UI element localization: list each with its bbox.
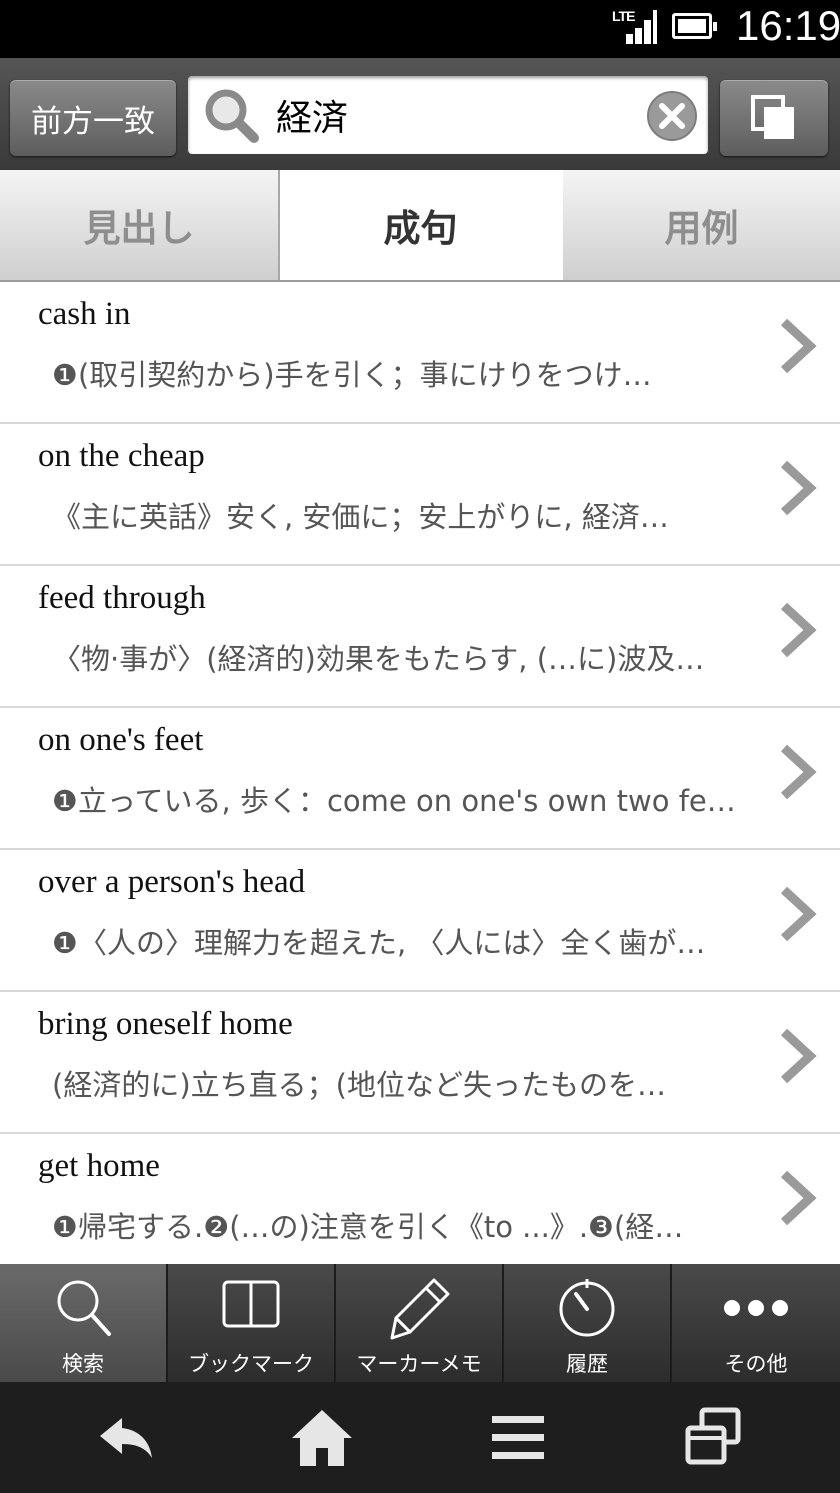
item-term: cash in — [38, 296, 131, 332]
copy-button[interactable] — [720, 80, 828, 156]
item-definition: 〈物·事が〉(経済的)効果をもたらす, (…に)波及… — [52, 642, 705, 676]
result-list: cash in ❶(取引契約から)手を引く；事にけりをつけ… on the ch… — [0, 282, 840, 1262]
nav-search[interactable]: 検索 — [0, 1264, 168, 1382]
match-mode-button[interactable]: 前方一致 — [10, 80, 176, 156]
system-nav-bar — [0, 1382, 840, 1493]
list-item[interactable]: get home ❶帰宅する.❷(…の)注意を引く《to ...》.❸(経… — [0, 1134, 840, 1262]
battery-icon — [672, 13, 717, 39]
lte-signal-icon: LTE — [612, 8, 657, 44]
home-icon[interactable] — [288, 1404, 356, 1472]
back-icon[interactable] — [92, 1404, 160, 1472]
menu-icon[interactable] — [484, 1404, 552, 1472]
item-definition: ❶〈人の〉理解力を超えた, 〈人には〉全く歯が… — [52, 926, 706, 960]
tab-phrases[interactable]: 成句 — [280, 170, 561, 280]
chevron-right-icon — [780, 318, 817, 374]
nav-more[interactable]: その他 — [672, 1264, 840, 1382]
chevron-right-icon — [780, 1028, 817, 1084]
search-box[interactable] — [188, 76, 708, 154]
bottom-nav: 検索 ブックマーク マーカーメモ 履歴 その他 — [0, 1264, 840, 1382]
search-icon — [205, 89, 259, 143]
list-item[interactable]: on one's feet ❶立っている, 歩く：come on one's o… — [0, 708, 840, 850]
copy-icon — [751, 95, 794, 139]
chevron-right-icon — [780, 602, 817, 658]
search-input[interactable] — [276, 86, 636, 144]
clear-icon[interactable] — [646, 90, 698, 142]
item-term: over a person's head — [38, 864, 306, 900]
item-definition: (経済的に)立ち直る；(地位など失ったものを… — [52, 1068, 666, 1102]
status-bar: LTE 16:19 — [0, 0, 840, 58]
chevron-right-icon — [780, 1170, 817, 1226]
search-icon — [57, 1280, 111, 1336]
list-item[interactable]: over a person's head ❶〈人の〉理解力を超えた, 〈人には〉… — [0, 850, 840, 992]
item-term: get home — [38, 1148, 160, 1184]
result-tabs: 見出し 成句 用例 — [0, 170, 840, 282]
list-item[interactable]: bring oneself home (経済的に)立ち直る；(地位など失ったもの… — [0, 992, 840, 1134]
nav-marker-memo[interactable]: マーカーメモ — [336, 1264, 504, 1382]
nav-bookmark[interactable]: ブックマーク — [168, 1264, 336, 1382]
more-icon — [724, 1300, 788, 1316]
list-item[interactable]: on the cheap 《主に英話》安く, 安価に；安上がりに, 経済… — [0, 424, 840, 566]
item-definition: ❶帰宅する.❷(…の)注意を引く《to ...》.❸(経… — [52, 1210, 684, 1244]
item-term: on the cheap — [38, 438, 205, 474]
item-term: bring oneself home — [38, 1006, 293, 1042]
chevron-right-icon — [780, 886, 817, 942]
tab-headwords[interactable]: 見出し — [0, 170, 280, 280]
nav-history[interactable]: 履歴 — [504, 1264, 672, 1382]
recent-apps-icon[interactable] — [680, 1404, 748, 1472]
list-item[interactable]: feed through 〈物·事が〉(経済的)効果をもたらす, (…に)波及… — [0, 566, 840, 708]
item-term: feed through — [38, 580, 206, 616]
item-term: on one's feet — [38, 722, 204, 758]
item-definition: ❶(取引契約から)手を引く；事にけりをつけ… — [52, 358, 652, 392]
list-item[interactable]: cash in ❶(取引契約から)手を引く；事にけりをつけ… — [0, 282, 840, 424]
clock: 16:19 — [736, 2, 840, 49]
tab-examples[interactable]: 用例 — [561, 170, 840, 280]
pen-icon — [390, 1278, 450, 1340]
chevron-right-icon — [780, 744, 817, 800]
item-definition: 《主に英話》安く, 安価に；安上がりに, 経済… — [52, 500, 669, 534]
search-bar: 前方一致 — [0, 58, 840, 170]
book-icon — [222, 1280, 280, 1328]
history-icon — [559, 1279, 615, 1337]
item-definition: ❶立っている, 歩く：come on one's own two fe… — [52, 784, 736, 818]
chevron-right-icon — [780, 460, 817, 516]
